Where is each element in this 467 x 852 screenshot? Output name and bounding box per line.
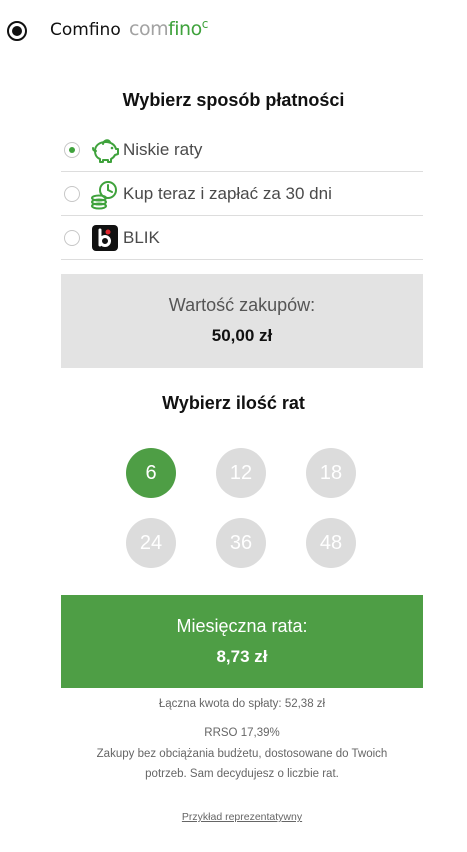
payment-option-radio-installments[interactable] xyxy=(64,141,80,158)
installment-option-48[interactable]: 48 xyxy=(306,518,356,568)
payment-option-radio-blik[interactable] xyxy=(64,229,80,246)
offer-description: Zakupy bez obciążania budżetu, dostosowa… xyxy=(0,744,467,784)
radio-dot xyxy=(12,26,22,36)
payment-method-list: Niskie raty Kup teraz i zapłać za 30 dni xyxy=(61,128,423,260)
installment-option-24[interactable]: 24 xyxy=(126,518,176,568)
payment-option-label: BLIK xyxy=(123,227,160,247)
provider-name: Comfino xyxy=(50,20,121,40)
piggy-bank-icon xyxy=(89,134,121,166)
purchase-value-box: Wartość zakupów: 50,00 zł xyxy=(61,274,423,368)
installment-option-12[interactable]: 12 xyxy=(216,448,266,498)
purchase-value: 50,00 zł xyxy=(211,326,273,345)
payment-provider-header: Comfino comfinoc xyxy=(0,0,467,64)
monthly-installment-label: Miesięczna rata: xyxy=(176,616,308,636)
payment-option-pay-later[interactable]: Kup teraz i zapłać za 30 dni xyxy=(61,172,423,216)
provider-radio-selected[interactable] xyxy=(7,21,27,41)
installment-option-18[interactable]: 18 xyxy=(306,448,356,498)
monthly-installment-box: Miesięczna rata: 8,73 zł xyxy=(61,595,423,688)
installments-title: Wybierz ilość rat xyxy=(162,393,305,413)
offer-description-line1: Zakupy bez obciążania budżetu, dostosowa… xyxy=(96,748,388,760)
payment-option-label: Niskie raty xyxy=(123,139,203,159)
payment-method-title: Wybierz sposób płatności xyxy=(122,90,345,110)
monthly-installment-value: 8,73 zł xyxy=(216,647,268,666)
logo-text-part1: com xyxy=(129,18,169,40)
purchase-value-label: Wartość zakupów: xyxy=(168,295,316,315)
radio-dot xyxy=(69,146,75,153)
clock-coins-icon xyxy=(89,178,121,210)
payment-option-installments[interactable]: Niskie raty xyxy=(61,128,423,172)
comfino-logo: comfinoc xyxy=(129,17,209,44)
installment-option-36[interactable]: 36 xyxy=(216,518,266,568)
payment-option-blik[interactable]: BLIK xyxy=(61,216,423,260)
offer-description-line2: potrzeb. Sam decydujesz o liczbie rat. xyxy=(145,768,339,780)
representative-example-link[interactable]: Przykład reprezentatywny xyxy=(0,811,467,823)
rrso-rate: RRSO 17,39% xyxy=(204,727,280,739)
payment-option-radio-pay-later[interactable] xyxy=(64,185,80,202)
total-repayment: Łączna kwota do spłaty: 52,38 zł xyxy=(158,698,326,710)
logo-text-part2: fino xyxy=(168,18,202,40)
installment-option-6[interactable]: 6 xyxy=(126,448,176,498)
blik-logo-icon xyxy=(89,222,121,254)
payment-option-label: Kup teraz i zapłać za 30 dni xyxy=(123,183,332,203)
logo-mark: c xyxy=(201,17,209,31)
